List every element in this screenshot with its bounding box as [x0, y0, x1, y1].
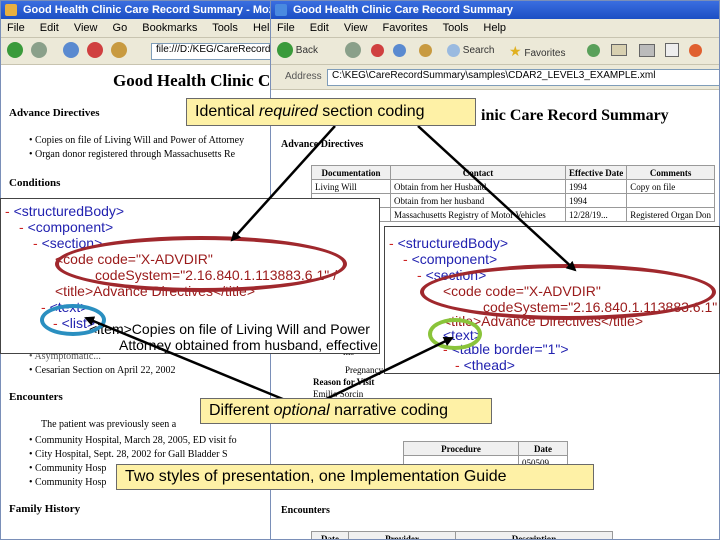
- xml-line: Attorney obtained from husband, effectiv…: [119, 337, 380, 353]
- forward-arrow-icon: [345, 42, 361, 59]
- back-button[interactable]: [7, 42, 23, 60]
- address-label: Address: [285, 71, 322, 82]
- highlight-oval-red: [55, 236, 347, 292]
- menu-edit[interactable]: Edit: [40, 22, 59, 34]
- reload-icon: [63, 42, 79, 59]
- history-icon: [587, 43, 600, 57]
- star-icon: ★: [509, 43, 522, 59]
- xml-line: - <component>: [403, 251, 498, 267]
- search-icon: [447, 43, 460, 57]
- home-button[interactable]: [419, 42, 432, 60]
- menu-favorites[interactable]: Favorites: [383, 22, 428, 34]
- search-button[interactable]: Search: [447, 42, 494, 60]
- menu-go[interactable]: Go: [113, 22, 128, 34]
- left-toolbar: file:///D:/KEG/CareRecordSum: [1, 38, 277, 65]
- right-advance-heading: Advance Directives: [281, 139, 364, 150]
- messenger-icon: [689, 43, 702, 57]
- menu-file[interactable]: File: [7, 22, 25, 34]
- xml-line: - <component>: [19, 219, 114, 235]
- right-address-bar: Address C:\KEG\CareRecordSummary\samples…: [271, 65, 719, 90]
- encounters-table: Date Provider Description: [311, 531, 613, 539]
- mail-icon: [611, 44, 627, 57]
- menu-view[interactable]: View: [344, 22, 368, 34]
- left-advance-item: • Copies on file of Living Will and Powe…: [29, 135, 245, 146]
- firefox-icon: [5, 4, 17, 16]
- left-family-history-heading: Family History: [9, 503, 81, 515]
- menu-tools[interactable]: Tools: [443, 22, 469, 34]
- ie-icon: [275, 4, 287, 16]
- forward-button[interactable]: [31, 42, 47, 60]
- left-encounters-heading: Encounters: [9, 391, 63, 403]
- menu-view[interactable]: View: [74, 22, 98, 34]
- left-encounter-item: • Community Hosp: [29, 463, 107, 474]
- highlight-oval-red: [420, 264, 716, 320]
- callout-identical-required: Identical required section coding: [186, 98, 476, 126]
- mail-button[interactable]: [611, 42, 627, 60]
- menu-file[interactable]: File: [277, 22, 295, 34]
- right-titlebar: Good Health Clinic Care Record Summary: [271, 1, 719, 19]
- callout-two-styles: Two styles of presentation, one Implemen…: [116, 464, 594, 490]
- left-menubar: File Edit View Go Bookmarks Tools Help: [1, 19, 277, 38]
- left-address-field[interactable]: file:///D:/KEG/CareRecordSum: [151, 43, 277, 60]
- refresh-icon: [393, 43, 406, 57]
- fragment-text: Pregnancy: [345, 365, 383, 375]
- left-encounter-item: • Community Hosp: [29, 477, 107, 488]
- left-encounters-intro: The patient was previously seen a: [41, 419, 177, 430]
- stop-button[interactable]: [371, 42, 384, 60]
- left-doc-title: Good Health Clinic C: [113, 71, 271, 90]
- left-hidden-item: • Cesarian Section on April 22, 2002: [29, 365, 176, 376]
- back-arrow-icon: [277, 42, 293, 59]
- table-header: Effective Date: [564, 165, 628, 180]
- stop-icon: [87, 42, 103, 59]
- favorites-button[interactable]: ★ Favorites: [509, 42, 565, 60]
- reload-button[interactable]: [63, 42, 79, 60]
- forward-button[interactable]: [345, 42, 361, 60]
- menu-tools[interactable]: Tools: [212, 22, 238, 34]
- history-button[interactable]: [587, 42, 600, 60]
- left-advance-heading: Advance Directives: [9, 107, 100, 119]
- xml-line: - <structuredBody>: [5, 203, 125, 219]
- home-icon: [419, 43, 432, 57]
- messenger-button[interactable]: [689, 42, 702, 60]
- right-encounters-heading: Encounters: [281, 505, 330, 516]
- stop-icon: [371, 43, 384, 57]
- forward-arrow-icon: [31, 42, 47, 59]
- table-header: Comments: [626, 165, 716, 180]
- left-encounter-item: • City Hospital, Sept. 28, 2002 for Gall…: [29, 449, 228, 460]
- back-arrow-icon: [7, 42, 23, 59]
- xml-line: <item>Copies on file of Living Will and …: [89, 321, 370, 337]
- fragment-text: Reason for Visit: [313, 377, 375, 387]
- stop-button[interactable]: [87, 42, 103, 60]
- refresh-button[interactable]: [393, 42, 406, 60]
- document-icon: [665, 43, 679, 58]
- left-advance-item: • Organ donor registered through Massach…: [29, 149, 236, 160]
- table-row: Living Will Obtain from her Husband 1994 Co…: [311, 179, 716, 194]
- back-button[interactable]: Back: [277, 42, 318, 60]
- left-conditions-heading: Conditions: [9, 177, 61, 189]
- highlight-oval-green: [428, 318, 482, 350]
- left-titlebar: Good Health Clinic Care Record Summary -…: [1, 1, 277, 19]
- print-button[interactable]: [639, 42, 655, 60]
- menu-bookmarks[interactable]: Bookmarks: [142, 22, 197, 34]
- callout-different-optional: Different optional narrative coding: [200, 398, 492, 424]
- home-button[interactable]: [111, 42, 127, 60]
- menu-help[interactable]: Help: [483, 22, 506, 34]
- table-header: Contact: [390, 165, 566, 180]
- right-menubar: File Edit View Favorites Tools Help: [271, 19, 719, 38]
- edit-button[interactable]: [665, 42, 679, 60]
- right-window-title: Good Health Clinic Care Record Summary: [293, 4, 514, 16]
- home-icon: [111, 42, 127, 59]
- right-address-field[interactable]: C:\KEG\CareRecordSummary\samples\CDAR2_L…: [327, 69, 719, 86]
- highlight-oval-blue: [40, 304, 106, 336]
- menu-edit[interactable]: Edit: [310, 22, 329, 34]
- table-header: Documentation: [311, 165, 391, 180]
- printer-icon: [639, 43, 655, 57]
- left-window-title: Good Health Clinic Care Record Summary -…: [23, 4, 277, 16]
- right-doc-title: inic Care Record Summary: [481, 107, 669, 124]
- xml-line: - <structuredBody>: [389, 235, 509, 251]
- right-toolbar: Back Search ★ Favorites: [271, 38, 719, 65]
- left-encounter-item: • Community Hospital, March 28, 2005, ED…: [29, 435, 237, 446]
- xml-line: - <thead>: [455, 357, 515, 373]
